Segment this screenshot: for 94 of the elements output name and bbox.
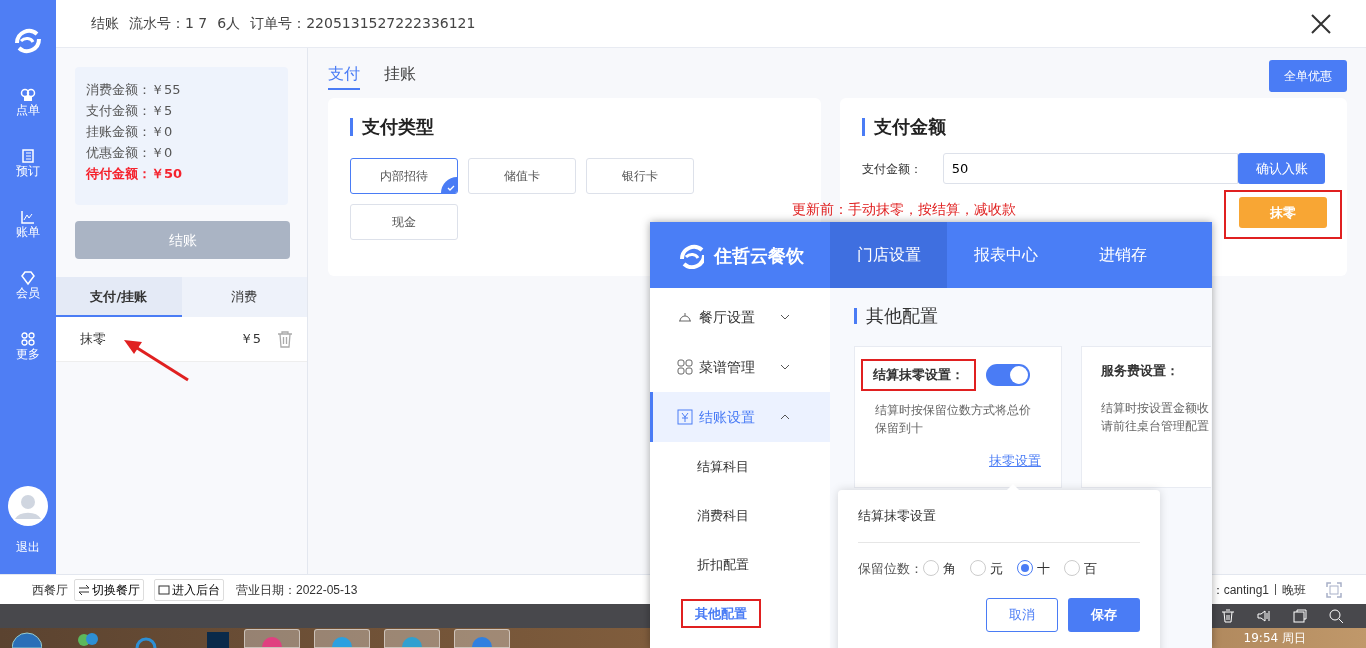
cancel-button[interactable]: 取消: [986, 598, 1058, 632]
taskbar-app[interactable]: [454, 629, 510, 648]
annotation-note: 更新前：手动抹零，按结算，减收款: [792, 200, 1016, 219]
sidebar-item[interactable]: 预订: [16, 148, 40, 179]
chef-hat-icon: [20, 87, 36, 103]
record-tab[interactable]: 支付/挂账: [56, 277, 182, 317]
radio-label: 百: [1084, 559, 1097, 578]
serial-number: 流水号：1 7: [129, 14, 208, 33]
rounding-settings-link[interactable]: 抹零设置: [861, 450, 1041, 470]
chevron-icon: [780, 364, 790, 370]
payment-option[interactable]: 现金: [350, 204, 458, 240]
record-tab[interactable]: 消费: [181, 277, 307, 317]
chevron-icon: [780, 314, 790, 320]
summary-line: 支付金额：￥5: [86, 102, 174, 120]
sidebar-item[interactable]: 账单: [16, 209, 40, 240]
setting-title: 服务费设置：: [1101, 362, 1180, 380]
radio-button[interactable]: [1017, 560, 1033, 577]
payment-option[interactable]: 内部招待: [350, 158, 458, 194]
people-app-icon[interactable]: [76, 630, 100, 648]
square-icon[interactable]: [1292, 608, 1308, 624]
section-title: 其他配置: [854, 308, 1212, 324]
page-title: 结账: [91, 14, 119, 33]
book-icon: [20, 148, 36, 164]
toggle-switch[interactable]: [986, 363, 1030, 386]
sidebar-item[interactable]: 会员: [16, 270, 40, 301]
radio-button[interactable]: [1064, 560, 1080, 577]
menu-item[interactable]: 结账设置: [650, 392, 830, 442]
payment-tab[interactable]: 支付: [328, 62, 360, 90]
order-number: 订单号：2205131527222336121: [250, 14, 476, 33]
field-label: 保留位数：: [858, 559, 923, 578]
setting-description: 请前往桌台管理配置: [1101, 417, 1210, 435]
close-icon[interactable]: [1310, 12, 1332, 35]
taskbar-app[interactable]: [314, 629, 370, 648]
submenu-item[interactable]: 消费科目: [697, 505, 749, 526]
nav-tab[interactable]: 门店设置: [830, 222, 947, 288]
check-icon: [441, 177, 457, 193]
chevron-icon: [780, 414, 790, 420]
section-title: 支付类型: [350, 118, 799, 136]
brand-name: 住哲云餐饮: [714, 243, 804, 268]
amount-field[interactable]: 50: [942, 153, 1239, 184]
grid-icon: [20, 331, 36, 347]
submenu-item[interactable]: 折扣配置: [697, 554, 749, 575]
guest-count: 6人: [217, 14, 241, 33]
radio-button[interactable]: [970, 560, 986, 577]
setting-description: 结算时按设置金额收: [1101, 399, 1210, 417]
ps-app-icon[interactable]: [206, 630, 230, 648]
summary-line: 挂账金额：￥0: [86, 123, 174, 141]
search-icon[interactable]: [1328, 608, 1344, 624]
speaker-icon[interactable]: [1256, 608, 1272, 624]
setting-title: 结算抹零设置：: [873, 367, 964, 382]
summary-line: 消费金额：￥55: [86, 81, 182, 99]
radio-button[interactable]: [923, 560, 939, 577]
summary-line: 优惠金额：￥0: [86, 144, 174, 162]
fullscreen-icon[interactable]: [1326, 581, 1342, 598]
popover-title: 结算抹零设置: [858, 507, 937, 525]
save-button[interactable]: 保存: [1068, 598, 1140, 632]
record-amount: ￥5: [239, 330, 261, 349]
nav-tab[interactable]: 报表中心: [947, 222, 1064, 288]
submenu-item[interactable]: 结算科目: [697, 456, 749, 477]
business-date: 营业日期：2022-05-13: [236, 581, 358, 599]
chart-icon: [20, 209, 36, 225]
avatar-icon[interactable]: [8, 486, 48, 526]
switch-restaurant-button[interactable]: 切换餐厅: [74, 578, 144, 601]
field-label: 支付金额：: [862, 160, 923, 178]
taskbar-app[interactable]: [384, 629, 440, 648]
logout-link[interactable]: 退出: [16, 538, 40, 556]
diamond-icon: [20, 270, 36, 286]
operator-name: ：canting1: [1211, 581, 1269, 599]
section-title: 支付金额: [862, 118, 1325, 136]
taskbar-app[interactable]: [244, 629, 300, 648]
payment-option[interactable]: 银行卡: [586, 158, 694, 194]
backend-button[interactable]: 进入后台: [154, 578, 224, 601]
payment-tab[interactable]: 挂账: [384, 62, 416, 90]
start-button-icon[interactable]: [12, 630, 42, 648]
discount-button[interactable]: 全单优惠: [1269, 60, 1347, 92]
sidebar-item[interactable]: 点单: [16, 87, 40, 118]
radio-label: 角: [943, 559, 956, 578]
restaurant-name: 西餐厅: [32, 581, 68, 599]
swap-icon: [78, 584, 90, 595]
taskbar-clock: 19:54 周日: [1243, 630, 1306, 647]
record-name: 抹零: [80, 330, 106, 349]
payment-option[interactable]: 储值卡: [468, 158, 576, 194]
window-icon: [158, 584, 170, 595]
shift-name: 晚班: [1282, 581, 1306, 599]
nav-tab[interactable]: 进销存: [1064, 222, 1181, 288]
setting-description: 结算时按保留位数方式将总价保留到十: [875, 401, 1032, 437]
submenu-item[interactable]: 其他配置: [695, 605, 747, 621]
grid-icon: [677, 359, 693, 375]
yen-icon: [677, 409, 693, 425]
radio-label: 十: [1037, 559, 1050, 578]
summary-line: 待付金额：￥50: [86, 165, 184, 183]
confirm-button[interactable]: 确认入账: [1238, 153, 1325, 184]
sidebar-item[interactable]: 更多: [16, 331, 40, 362]
radio-label: 元: [990, 559, 1003, 578]
